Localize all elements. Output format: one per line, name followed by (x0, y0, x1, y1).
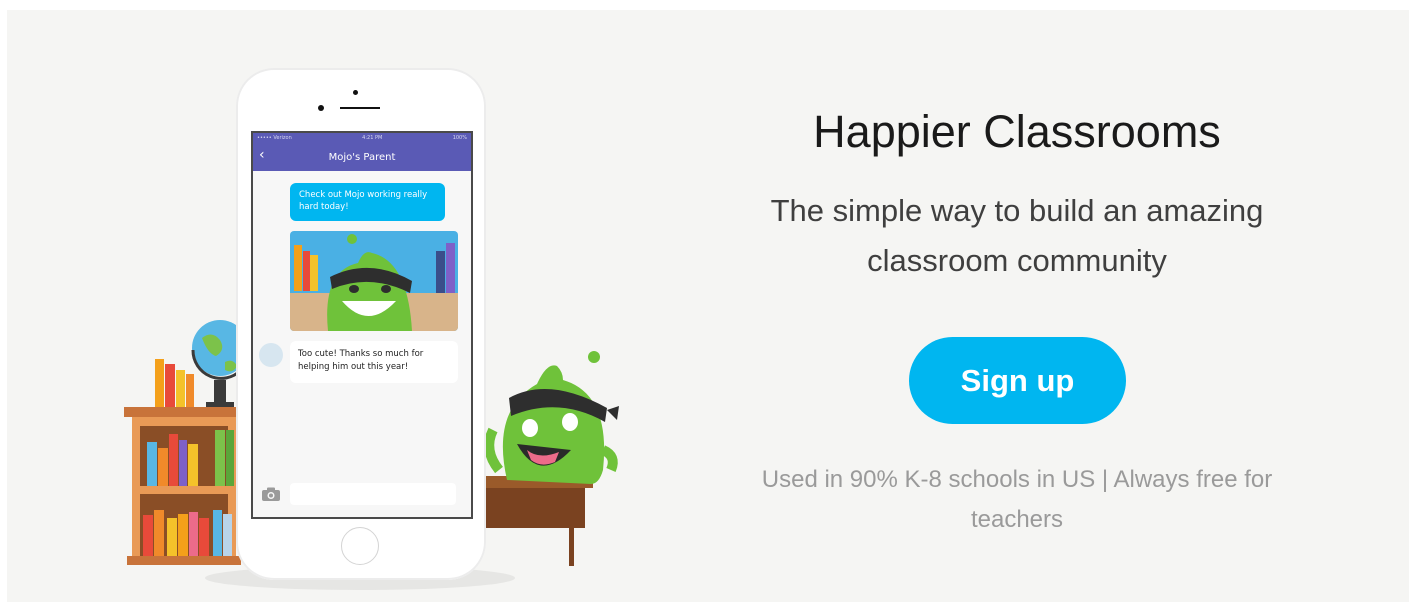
status-bar: ••••• Verizon 4:21 PM 100% (253, 133, 471, 143)
desk (477, 476, 593, 566)
mojo-photo-image (290, 231, 458, 331)
subhead-line-1: The simple way to build an amazing (770, 193, 1264, 228)
footnote-line-2: teachers (970, 506, 1064, 533)
sensor (318, 105, 324, 111)
parent-avatar (259, 343, 283, 367)
front-camera (353, 90, 358, 95)
back-chevron-icon: ‹ (259, 147, 265, 163)
signup-button[interactable]: Sign up (909, 337, 1126, 424)
message-outgoing: Check out Mojo working really hard today… (290, 183, 445, 221)
phone-mockup: ••••• Verizon 4:21 PM 100% ‹ Mojo's Pare… (236, 68, 486, 580)
headline-text: Happier Classrooms (813, 106, 1221, 157)
hero-section: ••••• Verizon 4:21 PM 100% ‹ Mojo's Pare… (7, 10, 1409, 602)
message-incoming: Too cute! Thanks so much for helping him… (290, 341, 458, 383)
hero-illustration: ••••• Verizon 4:21 PM 100% ‹ Mojo's Pare… (7, 10, 707, 602)
subhead-line-2: classroom community (867, 243, 1167, 278)
hero-headline: Happier Classrooms (717, 106, 1317, 158)
message-photo (290, 231, 458, 331)
status-time: 4:21 PM (362, 135, 383, 141)
chat-header: ‹ Mojo's Parent (253, 143, 471, 171)
mojo-monster (484, 351, 619, 484)
camera-icon[interactable] (261, 486, 281, 506)
home-button (341, 527, 379, 565)
earpiece-speaker (340, 107, 380, 109)
footnote-line-1: Used in 90% K-8 schools in US | Always f… (761, 466, 1273, 493)
status-battery: 100% (452, 135, 467, 141)
hero-footnote: Used in 90% K-8 schools in US | Always f… (707, 460, 1327, 540)
bookshelf (124, 407, 244, 565)
status-carrier: ••••• Verizon (257, 135, 292, 141)
hero-subheading: The simple way to build an amazing class… (717, 186, 1317, 286)
chat-title: Mojo's Parent (328, 151, 396, 163)
phone-screen: ••••• Verizon 4:21 PM 100% ‹ Mojo's Pare… (251, 131, 473, 519)
message-compose-input[interactable] (290, 483, 456, 505)
